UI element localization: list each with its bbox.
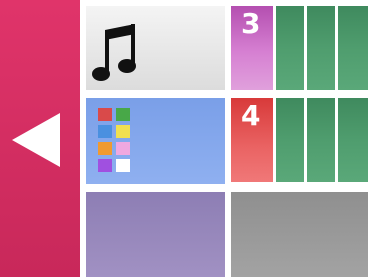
counter-tile-4[interactable]: 4 [231,98,273,182]
counter-value: 3 [241,7,261,40]
palette-tile[interactable] [86,98,225,184]
color-swatch [98,159,112,172]
green-tile[interactable] [307,98,335,182]
green-tile[interactable] [338,6,368,90]
color-swatch [98,142,112,155]
back-panel[interactable] [0,0,80,277]
color-swatch [116,159,130,172]
counter-tile-3[interactable]: 3 [231,6,273,90]
gray-tile[interactable] [231,192,368,277]
music-note-icon [92,24,136,81]
color-swatch [116,142,130,155]
purple-tile[interactable] [86,192,225,277]
green-tile[interactable] [276,98,304,182]
color-swatch [98,108,112,121]
green-tile[interactable] [276,6,304,90]
counter-value: 4 [241,99,261,132]
green-tile[interactable] [307,6,335,90]
music-tile[interactable] [86,6,225,90]
color-swatch [116,108,130,121]
color-swatch [116,125,130,138]
color-swatch [98,125,112,138]
green-tile[interactable] [338,98,368,182]
back-arrow-icon [12,113,60,167]
